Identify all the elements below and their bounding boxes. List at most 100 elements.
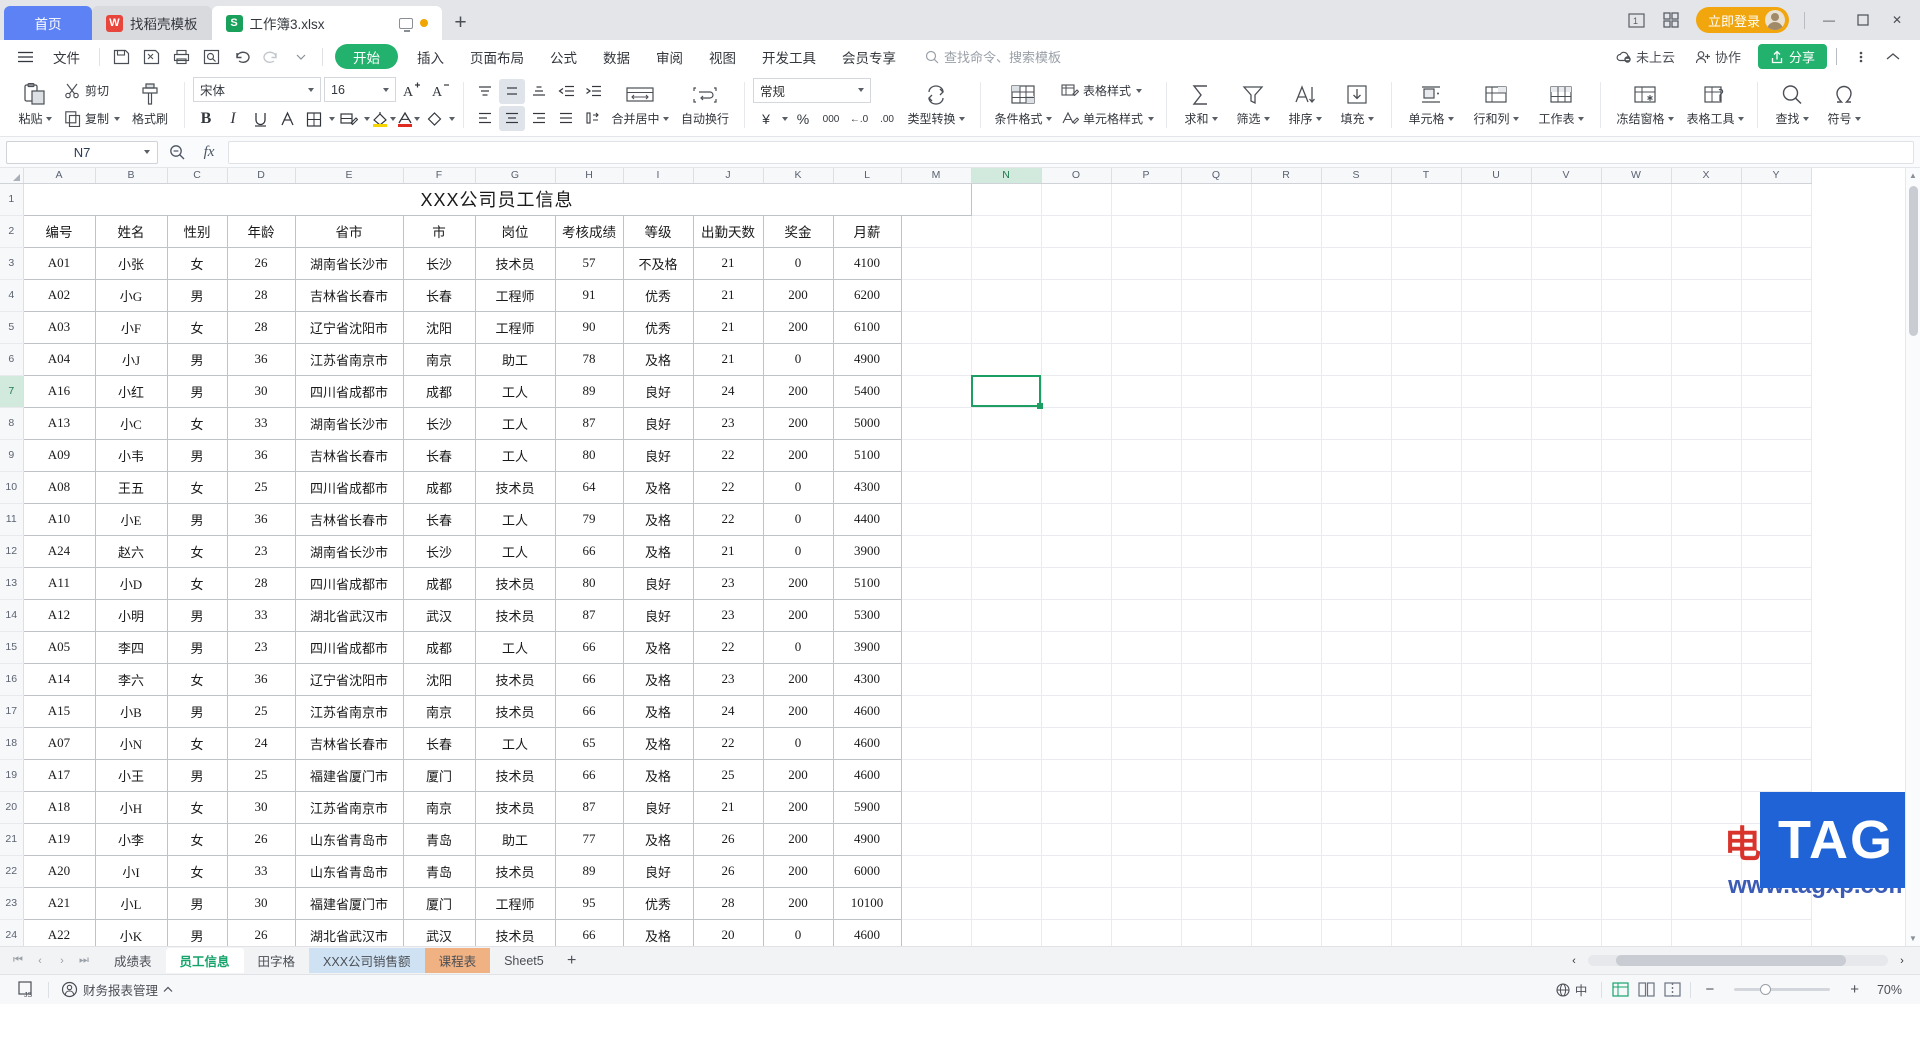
table-cell[interactable]: 助工: [474, 822, 556, 856]
table-cell[interactable]: 成都: [402, 630, 476, 664]
table-cell[interactable]: 女: [166, 470, 228, 504]
italic-button[interactable]: I: [220, 107, 246, 132]
empty-cell[interactable]: [1671, 727, 1742, 760]
empty-cell[interactable]: [1111, 727, 1182, 760]
empty-cell[interactable]: [1321, 343, 1392, 376]
empty-cell[interactable]: [1741, 215, 1812, 248]
table-cell[interactable]: 良好: [622, 406, 694, 440]
empty-cell[interactable]: [1741, 375, 1812, 408]
empty-cell[interactable]: [1181, 375, 1252, 408]
table-cell[interactable]: 95: [554, 886, 624, 920]
empty-cell[interactable]: [901, 279, 972, 312]
empty-cell[interactable]: [1041, 727, 1112, 760]
bold-button[interactable]: B: [193, 107, 219, 132]
table-cell[interactable]: A09: [22, 438, 96, 472]
table-cell[interactable]: 0: [762, 726, 834, 760]
table-cell[interactable]: 91: [554, 278, 624, 312]
empty-cell[interactable]: [971, 279, 1042, 312]
table-cell[interactable]: 36: [226, 438, 296, 472]
table-cell[interactable]: A18: [22, 790, 96, 824]
table-tools-button[interactable]: 表格工具: [1681, 76, 1749, 134]
empty-cell[interactable]: [1391, 695, 1462, 728]
empty-cell[interactable]: [1461, 407, 1532, 440]
table-cell[interactable]: 四川省成都市: [294, 630, 404, 664]
collaborate-button[interactable]: 协作: [1686, 44, 1750, 69]
tab-home[interactable]: 首页: [4, 6, 92, 40]
empty-cell[interactable]: [1741, 567, 1812, 600]
empty-cell[interactable]: [1531, 247, 1602, 280]
empty-cell[interactable]: [1461, 343, 1532, 376]
table-cell[interactable]: 及格: [622, 758, 694, 792]
empty-cell[interactable]: [1111, 375, 1182, 408]
empty-cell[interactable]: [1181, 215, 1252, 248]
table-cell[interactable]: A13: [22, 406, 96, 440]
empty-cell[interactable]: [971, 439, 1042, 472]
table-cell[interactable]: 89: [554, 374, 624, 408]
empty-cell[interactable]: [1251, 887, 1322, 920]
table-cell[interactable]: 5900: [832, 790, 902, 824]
table-cell[interactable]: 女: [166, 310, 228, 344]
table-cell[interactable]: 200: [762, 406, 834, 440]
more-vertical-icon[interactable]: [1846, 44, 1876, 70]
redo-icon[interactable]: [256, 44, 286, 70]
empty-cell[interactable]: [1601, 855, 1672, 888]
empty-cell[interactable]: [1321, 407, 1392, 440]
table-cell[interactable]: 工人: [474, 534, 556, 568]
menu-data[interactable]: 数据: [590, 44, 643, 70]
table-cell[interactable]: 4900: [832, 342, 902, 376]
column-header-Q[interactable]: Q: [1181, 168, 1252, 184]
table-cell[interactable]: 78: [554, 342, 624, 376]
sheet-tab-tianzige[interactable]: 田字格: [244, 948, 310, 973]
table-cell[interactable]: 0: [762, 246, 834, 280]
table-cell[interactable]: 24: [692, 694, 764, 728]
table-cell[interactable]: 山东省青岛市: [294, 854, 404, 888]
close-button[interactable]: ✕: [1880, 3, 1914, 37]
sum-button[interactable]: 求和: [1175, 76, 1227, 134]
table-cell[interactable]: 成都: [402, 374, 476, 408]
empty-cell[interactable]: [1671, 471, 1742, 504]
table-cell[interactable]: 4300: [832, 662, 902, 696]
table-cell[interactable]: 及格: [622, 470, 694, 504]
table-cell[interactable]: 26: [226, 822, 296, 856]
decrease-indent-button[interactable]: [553, 79, 579, 104]
empty-cell[interactable]: [1321, 631, 1392, 664]
empty-cell[interactable]: [1741, 759, 1812, 792]
empty-cell[interactable]: [1251, 727, 1322, 760]
table-cell[interactable]: 10100: [832, 886, 902, 920]
symbol-button[interactable]: 符号: [1818, 76, 1870, 134]
empty-cell[interactable]: [1181, 471, 1252, 504]
empty-cell[interactable]: [1601, 599, 1672, 632]
table-cell[interactable]: 5000: [832, 406, 902, 440]
table-cell[interactable]: 不及格: [622, 246, 694, 280]
empty-cell[interactable]: [1461, 599, 1532, 632]
js-macro-button[interactable]: JS: [10, 981, 44, 998]
empty-cell[interactable]: [1321, 791, 1392, 824]
empty-cell[interactable]: [1461, 631, 1532, 664]
empty-cell[interactable]: [1251, 471, 1322, 504]
print-preview-icon[interactable]: [196, 44, 226, 70]
zoom-level-label[interactable]: 70%: [1869, 983, 1910, 997]
table-cell[interactable]: 30: [226, 374, 296, 408]
empty-cell[interactable]: [971, 567, 1042, 600]
column-header-B[interactable]: B: [95, 168, 168, 184]
empty-cell[interactable]: [1041, 663, 1112, 696]
table-cell[interactable]: 21: [692, 790, 764, 824]
table-cell[interactable]: 男: [166, 342, 228, 376]
table-cell[interactable]: 女: [166, 854, 228, 888]
empty-cell[interactable]: [1531, 695, 1602, 728]
table-cell[interactable]: 66: [554, 758, 624, 792]
table-cell[interactable]: 女: [166, 726, 228, 760]
print-icon[interactable]: [166, 44, 196, 70]
table-cell[interactable]: 技术员: [474, 758, 556, 792]
empty-cell[interactable]: [1181, 855, 1252, 888]
empty-cell[interactable]: [1181, 407, 1252, 440]
table-cell[interactable]: 小王: [94, 758, 168, 792]
scrollbar-thumb[interactable]: [1909, 186, 1918, 336]
empty-cell[interactable]: [1041, 247, 1112, 280]
table-cell[interactable]: 200: [762, 790, 834, 824]
empty-cell[interactable]: [901, 823, 972, 856]
empty-cell[interactable]: [1391, 663, 1462, 696]
table-cell[interactable]: 26: [226, 918, 296, 946]
row-header-2[interactable]: 2: [0, 215, 24, 248]
table-cell[interactable]: 工程师: [474, 278, 556, 312]
